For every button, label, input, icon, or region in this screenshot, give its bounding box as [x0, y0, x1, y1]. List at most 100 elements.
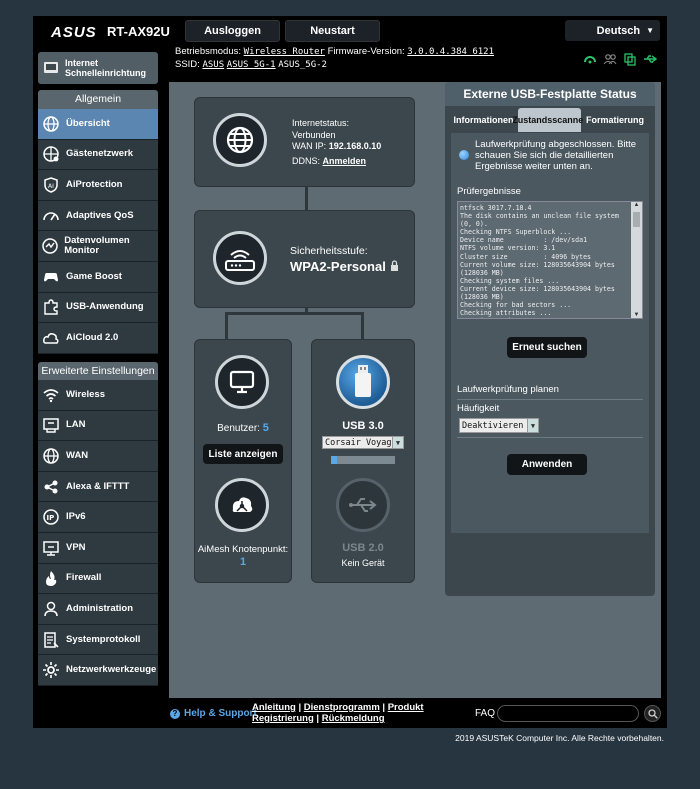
sidebar-item-ipv6[interactable]: IP IPv6 [38, 502, 158, 533]
usb-card: USB 3.0 Corsair Voyager ▼ USB 2.0 Kein G… [312, 340, 414, 582]
panel-title: Externe USB-Festplatte Status [445, 82, 655, 106]
sidebar-item-übersicht[interactable]: Übersicht [38, 109, 158, 140]
scan-results-log[interactable]: ntfsck 3017.7.18.4 The disk contains an … [457, 201, 643, 319]
general-section-header: Allgemein [38, 90, 158, 109]
registration-link[interactable]: Registrierung [252, 713, 314, 724]
svg-text:AI: AI [48, 183, 54, 190]
security-value: WPA2-Personal [290, 259, 386, 274]
cloud-icon [41, 328, 61, 348]
sidebar-item-label: WAN [66, 449, 89, 461]
sidebar-item-label: Alexa & IFTTT [66, 480, 130, 492]
ssid-link-1[interactable]: ASUS [202, 60, 224, 70]
alexa-icon [41, 477, 61, 497]
usb-drive-icon[interactable] [336, 355, 390, 409]
sidebar-item-aicloud-2-0[interactable]: AiCloud 2.0 [38, 323, 158, 354]
language-select[interactable]: Deutsch ▼ [565, 20, 660, 41]
globe-icon [41, 114, 61, 134]
frequency-select[interactable]: Deaktivieren ▼ [459, 418, 539, 433]
sidebar-item-game-boost[interactable]: Game Boost [38, 261, 158, 293]
copy-status-icon[interactable] [623, 52, 637, 66]
model-name: RT-AX92U [107, 24, 170, 39]
sidebar-item-label: LAN [66, 419, 86, 431]
sidebar-item-label: IPv6 [66, 511, 86, 523]
globe-icon [41, 446, 61, 466]
quick-internet-setup-button[interactable]: Internet Schnelleinrichtung [38, 52, 158, 84]
usb20-status: Kein Gerät [341, 558, 385, 568]
sidebar-item-systemprotokoll[interactable]: Systemprotokoll [38, 624, 158, 656]
rescan-button[interactable]: Erneut suchen [507, 337, 587, 358]
help-support-label: Help & Support [184, 708, 257, 719]
sidebar-item-label: Adaptives QoS [66, 209, 134, 221]
sidebar-item-lan[interactable]: LAN [38, 410, 158, 442]
clients-icon[interactable] [603, 52, 617, 66]
sidebar-item-gästenetzwerk[interactable]: Gästenetzwerk [38, 139, 158, 171]
aimesh-count[interactable]: 1 [240, 556, 246, 568]
usb-status-icon[interactable] [643, 52, 657, 66]
sidebar-item-usb-anwendung[interactable]: USB-Anwendung [38, 292, 158, 324]
quick-setup-label: Internet Schnelleinrichtung [65, 58, 147, 78]
vpn-icon [41, 538, 61, 558]
ssid-link-2[interactable]: ASUS_5G-1 [227, 60, 276, 70]
lock-icon [390, 260, 399, 274]
ssid-line: SSID: ASUS ASUS_5G-1 ASUS_5G-2 [175, 59, 327, 70]
divider [457, 399, 643, 400]
product-link[interactable]: Produkt [388, 702, 424, 713]
tab-information[interactable]: Informationen [451, 108, 516, 132]
sidebar-item-alexa-ifttt[interactable]: Alexa & IFTTT [38, 471, 158, 503]
asus-logo[interactable]: ASUS [51, 24, 97, 41]
scrollbar-thumb[interactable] [633, 212, 640, 227]
help-support[interactable]: ? Help & Support [170, 708, 257, 719]
faq-search-input[interactable] [497, 705, 639, 722]
sidebar-item-label: Game Boost [66, 270, 122, 282]
usb30-label: USB 3.0 [342, 420, 384, 432]
internet-status-card[interactable]: Internetstatus: Verbunden WAN IP: 192.16… [195, 98, 414, 186]
language-value: Deutsch [596, 24, 641, 37]
sidebar-item-datenvolumen-monitor[interactable]: Datenvolumen Monitor [38, 231, 158, 262]
internet-status-label: Internetstatus: [292, 118, 350, 128]
sidebar-item-label: Administration [66, 602, 134, 614]
aimesh-icon[interactable] [215, 478, 269, 532]
frequency-label: Häufigkeit [457, 403, 500, 414]
usb-device-select[interactable]: Corsair Voyager ▼ [322, 436, 404, 449]
chevron-down-icon: ▼ [527, 419, 538, 432]
chevron-down-icon: ▼ [392, 437, 403, 448]
traffic-monitor-icon [41, 236, 59, 256]
frequency-value: Deaktivieren [462, 420, 524, 431]
clients-count[interactable]: 5 [263, 422, 269, 434]
logout-button[interactable]: Ausloggen [185, 20, 280, 42]
internet-status-value: Verbunden [292, 129, 336, 140]
sidebar-item-wan[interactable]: WAN [38, 441, 158, 472]
panel-tabs: Informationen Zustandsscanner Formatieru… [451, 108, 647, 132]
wan-status-icon[interactable] [583, 52, 597, 66]
sidebar-item-firewall[interactable]: Firewall [38, 563, 158, 595]
ddns-link[interactable]: Anmelden [323, 156, 367, 166]
sidebar-item-administration[interactable]: Administration [38, 594, 158, 625]
tab-health-scanner[interactable]: Zustandsscanner [512, 108, 587, 132]
sidebar-item-vpn[interactable]: VPN [38, 532, 158, 564]
log-scrollbar[interactable]: ▲ ▼ [631, 202, 642, 318]
apply-button[interactable]: Anwenden [507, 454, 587, 475]
scroll-down-icon[interactable]: ▼ [631, 312, 642, 318]
feedback-link[interactable]: Rückmeldung [322, 713, 385, 724]
firmware-link[interactable]: 3.0.0.4.384_6121 [407, 47, 494, 57]
results-label: Prüfergebnisse [457, 186, 521, 197]
router-security-card[interactable]: Sicherheitsstufe: WPA2-Personal [195, 211, 414, 307]
ssid-link-3[interactable]: ASUS_5G-2 [278, 60, 327, 70]
manual-link[interactable]: Anleitung [252, 702, 296, 713]
tab-format[interactable]: Formatierung [583, 108, 647, 132]
gamepad-icon [41, 267, 61, 287]
search-button[interactable] [644, 705, 661, 722]
sidebar-item-adaptives-qos[interactable]: Adaptives QoS [38, 200, 158, 232]
sidebar-item-label: Systemprotokoll [66, 633, 141, 645]
scroll-up-icon[interactable]: ▲ [631, 202, 642, 208]
operation-mode-link[interactable]: Wireless Router [244, 47, 325, 57]
utility-link[interactable]: Dienstprogramm [304, 702, 380, 713]
sidebar-item-aiprotection[interactable]: AI AiProtection [38, 170, 158, 201]
sidebar-item-netzwerkwerkzeuge[interactable]: Netzwerkwerkzeuge [38, 655, 158, 686]
sidebar-item-wireless[interactable]: Wireless [38, 380, 158, 411]
monitor-icon[interactable] [215, 355, 269, 409]
log-text: ntfsck 3017.7.18.4 The disk contains an … [460, 204, 619, 318]
show-client-list-button[interactable]: Liste anzeigen [203, 444, 283, 464]
restart-button[interactable]: Neustart [285, 20, 380, 42]
log-icon [41, 630, 61, 650]
